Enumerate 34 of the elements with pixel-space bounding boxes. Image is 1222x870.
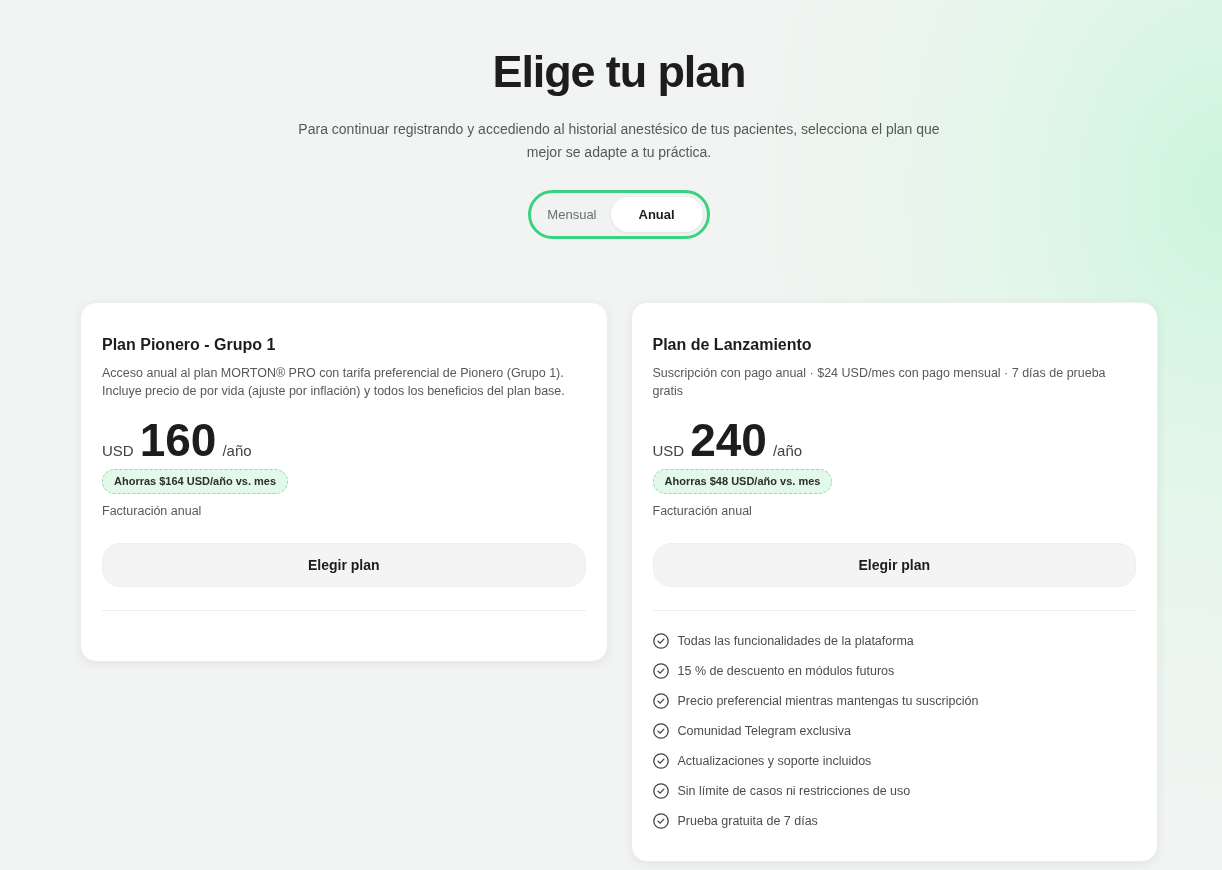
savings-badge: Ahorras $48 USD/año vs. mes — [652, 469, 833, 494]
check-circle-icon — [652, 783, 669, 799]
billing-tab[interactable]: Anual — [610, 197, 703, 232]
check-circle-icon — [652, 693, 669, 709]
plan-description: Suscripción con pago anual · $24 USD/mes con pago mensual · 7 días de prueba gratis — [652, 365, 1107, 400]
plan-name: Plan de Lanzamiento — [652, 335, 813, 355]
check-circle-icon — [652, 723, 669, 739]
billing-note: Facturación anual — [652, 503, 753, 520]
price-amount: 160 — [139, 416, 217, 464]
plan-name: Plan Pionero - Grupo 1 — [102, 335, 277, 355]
check-circle-icon — [652, 813, 669, 829]
billing-tab[interactable]: Mensual — [535, 197, 609, 232]
choose-plan-button[interactable]: Elegir plan — [652, 543, 1136, 587]
price-period: /año — [222, 441, 252, 461]
feature-text: Sin límite de casos ni restricciones de uso — [677, 782, 911, 800]
feature-text: Precio preferencial mientras mantengas tu suscripción — [677, 692, 979, 710]
feature-text: Todas las funcionalidades de la plataforma — [677, 632, 914, 650]
savings-badge: Ahorras $164 USD/año vs. mes — [102, 469, 289, 494]
page-title: Elige tu plan — [492, 46, 746, 98]
feature-text: Comunidad Telegram exclusiva — [677, 722, 851, 740]
feature-text: Prueba gratuita de 7 días — [677, 812, 818, 830]
check-circle-icon — [652, 633, 669, 649]
price-currency: USD — [102, 441, 134, 461]
billing-note: Facturación anual — [102, 503, 203, 520]
choose-plan-button[interactable]: Elegir plan — [102, 543, 586, 587]
feature-text: Actualizaciones y soporte incluidos — [677, 752, 872, 770]
check-circle-icon — [652, 663, 669, 679]
feature-text: 15 % de descuento en módulos futuros — [677, 662, 895, 680]
price-currency: USD — [652, 441, 685, 461]
check-circle-icon — [652, 753, 669, 769]
price-amount: 240 — [690, 416, 767, 464]
price-period: /año — [772, 441, 803, 461]
plan-description: Acceso anual al plan MORTON® PRO con tarifa preferencial de Pionero (Grupo 1). Incluye precio de por vida (ajuste por inflación) y todos los beneficios del plan base. — [102, 365, 566, 400]
page-subtitle: Para continuar registrando y accediendo al historial anestésico de tus pacientes, selecciona el plan que mejor se adapte a tu práctica. — [297, 120, 941, 162]
